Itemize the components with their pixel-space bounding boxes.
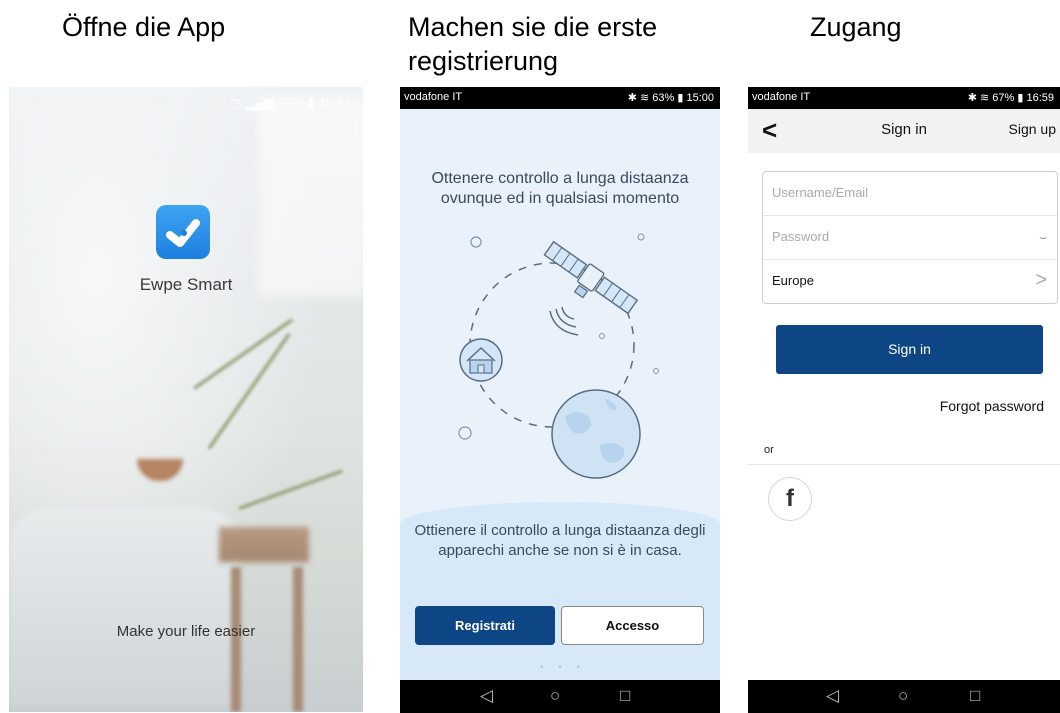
decor-bubble xyxy=(653,368,659,374)
or-divider-label: or xyxy=(764,444,774,456)
background-bathtub xyxy=(9,507,239,707)
divider xyxy=(748,464,1060,465)
login-button[interactable]: Accesso xyxy=(561,606,704,645)
house-icon xyxy=(459,338,503,382)
splash-screen: ◷ ▂▄▆ 77% ▮ 15:51 Ewpe Smart Make your l… xyxy=(9,87,363,712)
signal-icon: ▂▄▆ xyxy=(245,95,275,110)
decor-bubble xyxy=(599,333,605,339)
caption-access: Zugang xyxy=(810,12,902,42)
register-button[interactable]: Registrati xyxy=(415,606,555,645)
battery-level: 77% xyxy=(278,95,305,110)
decor-bubble xyxy=(458,426,472,440)
signal-waves-icon xyxy=(549,306,579,336)
back-nav-icon[interactable]: ◁ xyxy=(826,686,839,706)
signin-screen: vodafone IT ✱ ≋ 67% ▮ 16:59 < Sign in Si… xyxy=(748,87,1060,713)
back-nav-icon[interactable]: ◁ xyxy=(480,686,493,706)
battery-icon: ▮ xyxy=(307,95,315,110)
decor-bubble xyxy=(637,233,645,241)
background-window xyxy=(259,97,363,297)
battery-level: 67% xyxy=(992,92,1015,104)
status-bar: vodafone IT ✱ ≋ 67% ▮ 16:59 xyxy=(748,87,1060,109)
onboarding-description: Ottienere il controllo a lunga distaanza… xyxy=(414,522,706,559)
satellite-illustration xyxy=(458,233,659,479)
recents-nav-icon[interactable]: □ xyxy=(620,686,630,706)
satellite-icon xyxy=(543,240,639,315)
bluetooth-icon: ✱ xyxy=(967,92,977,104)
closed-eye-icon[interactable]: ⌣ xyxy=(1039,230,1047,245)
region-selector[interactable]: Europe > xyxy=(763,260,1057,303)
status-bar: ◷ ▂▄▆ 77% ▮ 15:51 xyxy=(230,95,351,111)
home-nav-icon[interactable]: ○ xyxy=(550,686,560,706)
battery-icon: ▮ xyxy=(1017,92,1024,104)
app-name: Ewpe Smart xyxy=(139,275,233,294)
facebook-icon[interactable]: f xyxy=(768,477,812,521)
password-field[interactable]: Password ⌣ xyxy=(763,216,1057,260)
home-nav-icon[interactable]: ○ xyxy=(898,686,908,706)
region-value: Europe xyxy=(772,273,814,288)
globe-icon xyxy=(551,389,641,479)
carrier-name: vodafone IT xyxy=(752,91,811,103)
caption-first-registration: Machen sie die erste registrierung xyxy=(408,12,658,76)
username-placeholder: Username/Email xyxy=(772,185,869,200)
page-indicator: • • • xyxy=(540,662,587,673)
tagline: Make your life easier xyxy=(116,623,256,640)
ewpe-smart-logo-icon xyxy=(156,205,210,259)
signin-button[interactable]: Sign in xyxy=(776,325,1043,374)
username-field[interactable]: Username/Email xyxy=(763,172,1057,216)
forgot-password-link[interactable]: Forgot password xyxy=(940,398,1044,414)
signup-link[interactable]: Sign up xyxy=(1009,121,1056,137)
status-indicators: ✱ ≋ 67% ▮ 16:59 xyxy=(968,91,1054,104)
clock: 16:59 xyxy=(1026,92,1054,104)
navigation-bar: ◁ ○ □ xyxy=(748,680,1060,713)
clock: 15:51 xyxy=(318,95,351,110)
password-placeholder: Password xyxy=(772,229,830,244)
alarm-icon: ◷ xyxy=(230,95,242,110)
onboarding-screen: vodafone IT ✱ ≋ 63% ▮ 15:00 Ottenere con… xyxy=(400,87,720,713)
header: < Sign in Sign up xyxy=(748,109,1060,153)
login-form: Username/Email Password ⌣ Europe > xyxy=(762,171,1058,304)
chevron-right-icon: > xyxy=(1035,269,1047,291)
decor-bubble xyxy=(470,236,482,248)
recents-nav-icon[interactable]: □ xyxy=(970,686,980,706)
wifi-icon: ≋ xyxy=(979,92,990,104)
navigation-bar: ◁ ○ □ xyxy=(400,680,720,713)
caption-open-app: Öffne die App xyxy=(62,12,226,42)
